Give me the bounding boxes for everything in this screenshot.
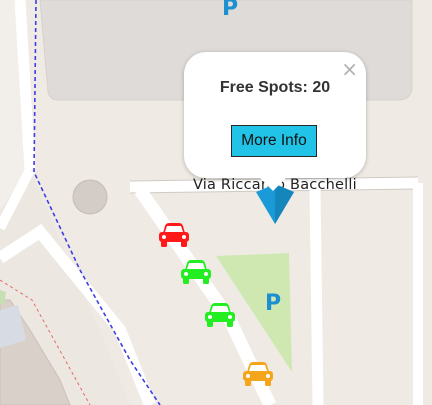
close-icon[interactable]: × [341, 59, 358, 79]
car-icon[interactable] [242, 361, 274, 394]
car-icon[interactable] [204, 302, 236, 335]
car-icon[interactable] [180, 259, 212, 292]
popup-tail [259, 177, 287, 191]
free-spots-label: Free Spots: 20 [219, 79, 331, 96]
more-info-button[interactable]: More Info [231, 125, 317, 157]
car-icon[interactable] [158, 222, 190, 255]
parking-icon: P [265, 291, 282, 316]
map-view[interactable]: Via Riccardo Bacchelli P P × Free Spots:… [0, 0, 432, 405]
parking-icon: P [222, 0, 239, 21]
info-popup: × Free Spots: 20 More Info [184, 52, 366, 178]
